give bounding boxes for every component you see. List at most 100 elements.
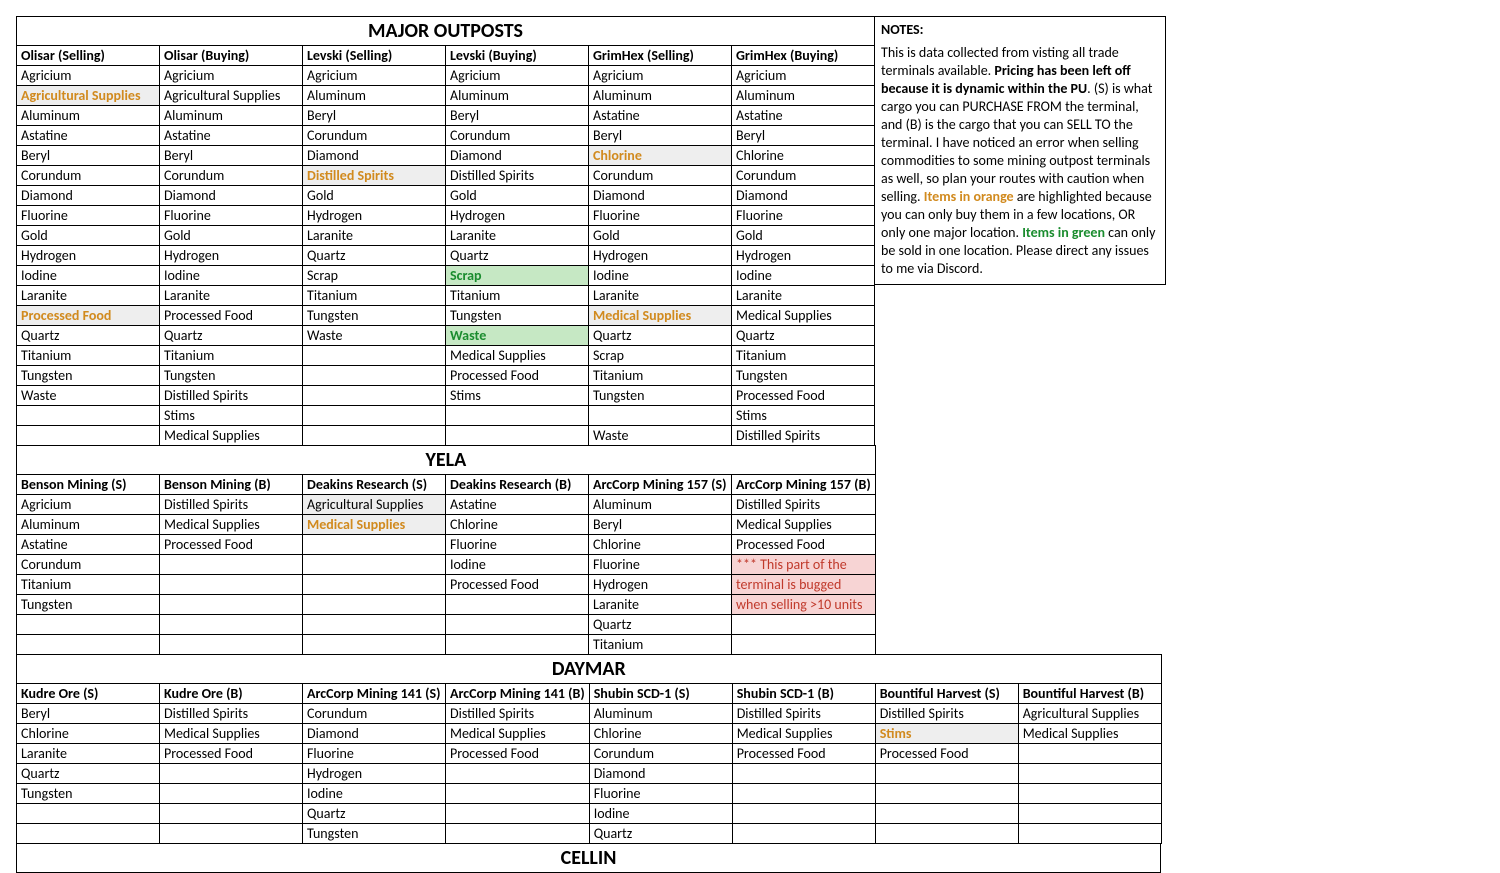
cell: Medical Supplies	[732, 515, 876, 535]
cell: Distilled Spirits	[875, 704, 1018, 724]
cell: Corundum	[732, 166, 875, 186]
cell	[17, 804, 160, 824]
cell: Tungsten	[589, 386, 732, 406]
cell	[303, 615, 446, 635]
table-row: QuartzQuartzWasteWasteQuartzQuartz	[17, 326, 875, 346]
table-row: QuartzIodine	[17, 804, 1162, 824]
cell: Processed Food	[17, 306, 160, 326]
cell	[303, 575, 446, 595]
cell: Medical Supplies	[446, 724, 590, 744]
cell: Gold	[589, 226, 732, 246]
cell: Quartz	[446, 246, 589, 266]
cell: Medical Supplies	[160, 515, 303, 535]
cell: Hydrogen	[303, 764, 446, 784]
cell: Agricium	[303, 66, 446, 86]
cell: Processed Food	[732, 535, 876, 555]
cell: Diamond	[732, 186, 875, 206]
cell	[1018, 784, 1161, 804]
table-row: CorundumCorundumDistilled SpiritsDistill…	[17, 166, 875, 186]
cell: Chlorine	[589, 146, 732, 166]
table-row: LaraniteLaraniteTitaniumTitaniumLaranite…	[17, 286, 875, 306]
cell: Medical Supplies	[1018, 724, 1161, 744]
cell	[303, 635, 446, 655]
cell: Distilled Spirits	[446, 704, 590, 724]
table-row: TitaniumTitaniumMedical SuppliesScrapTit…	[17, 346, 875, 366]
cell: Quartz	[589, 326, 732, 346]
cell: Scrap	[446, 266, 589, 286]
cell: Aluminum	[589, 86, 732, 106]
table-row: AstatineProcessed FoodFluorineChlorinePr…	[17, 535, 876, 555]
cell: Laranite	[446, 226, 589, 246]
table-row: TungstenTungstenProcessed FoodTitaniumTu…	[17, 366, 875, 386]
cell: Processed Food	[732, 744, 875, 764]
cell: Distilled Spirits	[732, 704, 875, 724]
cell: Aluminum	[589, 704, 732, 724]
cellin-table: CELLIN	[16, 843, 1161, 873]
table-row: AgriciumAgriciumAgriciumAgriciumAgricium…	[17, 66, 875, 86]
cell: Tungsten	[160, 366, 303, 386]
cell: Diamond	[160, 186, 303, 206]
cell: Corundum	[303, 126, 446, 146]
table-row: HydrogenHydrogenQuartzQuartzHydrogenHydr…	[17, 246, 875, 266]
cell	[446, 804, 590, 824]
cell: Medical Supplies	[732, 724, 875, 744]
cell: Iodine	[589, 266, 732, 286]
cell: *** This part of the	[732, 555, 876, 575]
cell: Aluminum	[589, 495, 732, 515]
yela-table: YELABenson Mining (S)Benson Mining (B)De…	[16, 445, 876, 655]
table-row: Quartz	[17, 615, 876, 635]
cell	[446, 595, 589, 615]
cell: Beryl	[17, 146, 160, 166]
column-header: ArcCorp Mining 157 (S)	[589, 475, 732, 495]
table-row: FluorineFluorineHydrogenHydrogenFluorine…	[17, 206, 875, 226]
cell: Gold	[303, 186, 446, 206]
table-row: TungstenIodineFluorine	[17, 784, 1162, 804]
cell: Iodine	[160, 266, 303, 286]
cell	[732, 784, 875, 804]
cell: Titanium	[446, 286, 589, 306]
cell: Quartz	[303, 804, 446, 824]
cell	[17, 426, 160, 446]
column-header: Olisar (Selling)	[17, 46, 160, 66]
cell: Agricultural Supplies	[17, 86, 160, 106]
column-header: GrimHex (Buying)	[732, 46, 875, 66]
cell: Beryl	[160, 146, 303, 166]
cell: Diamond	[446, 146, 589, 166]
cell: Quartz	[17, 764, 160, 784]
cell: Distilled Spirits	[303, 166, 446, 186]
cell: Distilled Spirits	[732, 495, 876, 515]
cell	[160, 615, 303, 635]
cell: Processed Food	[732, 386, 875, 406]
cell: Gold	[446, 186, 589, 206]
cell	[160, 555, 303, 575]
cell: Corundum	[17, 166, 160, 186]
cell: Titanium	[160, 346, 303, 366]
cell	[875, 804, 1018, 824]
cell: Aluminum	[732, 86, 875, 106]
table-row: StimsStims	[17, 406, 875, 426]
column-header: Benson Mining (S)	[17, 475, 160, 495]
cell: Agricium	[732, 66, 875, 86]
cell	[732, 824, 875, 844]
cell	[303, 595, 446, 615]
column-header: Shubin SCD-1 (B)	[732, 684, 875, 704]
cell: Tungsten	[17, 595, 160, 615]
section-title: MAJOR OUTPOSTS	[17, 17, 875, 46]
cell: Beryl	[303, 106, 446, 126]
cell	[1018, 764, 1161, 784]
cell: Beryl	[446, 106, 589, 126]
cell: Titanium	[732, 346, 875, 366]
cell	[17, 635, 160, 655]
cell: Waste	[17, 386, 160, 406]
cell	[160, 804, 303, 824]
cell: Quartz	[589, 615, 732, 635]
cell: Fluorine	[303, 744, 446, 764]
cell: Medical Supplies	[303, 515, 446, 535]
cell	[17, 406, 160, 426]
cell: Distilled Spirits	[160, 386, 303, 406]
cell: Titanium	[17, 575, 160, 595]
cell	[160, 575, 303, 595]
cell: Medical Supplies	[732, 306, 875, 326]
cell: Medical Supplies	[589, 306, 732, 326]
cell: Tungsten	[303, 306, 446, 326]
